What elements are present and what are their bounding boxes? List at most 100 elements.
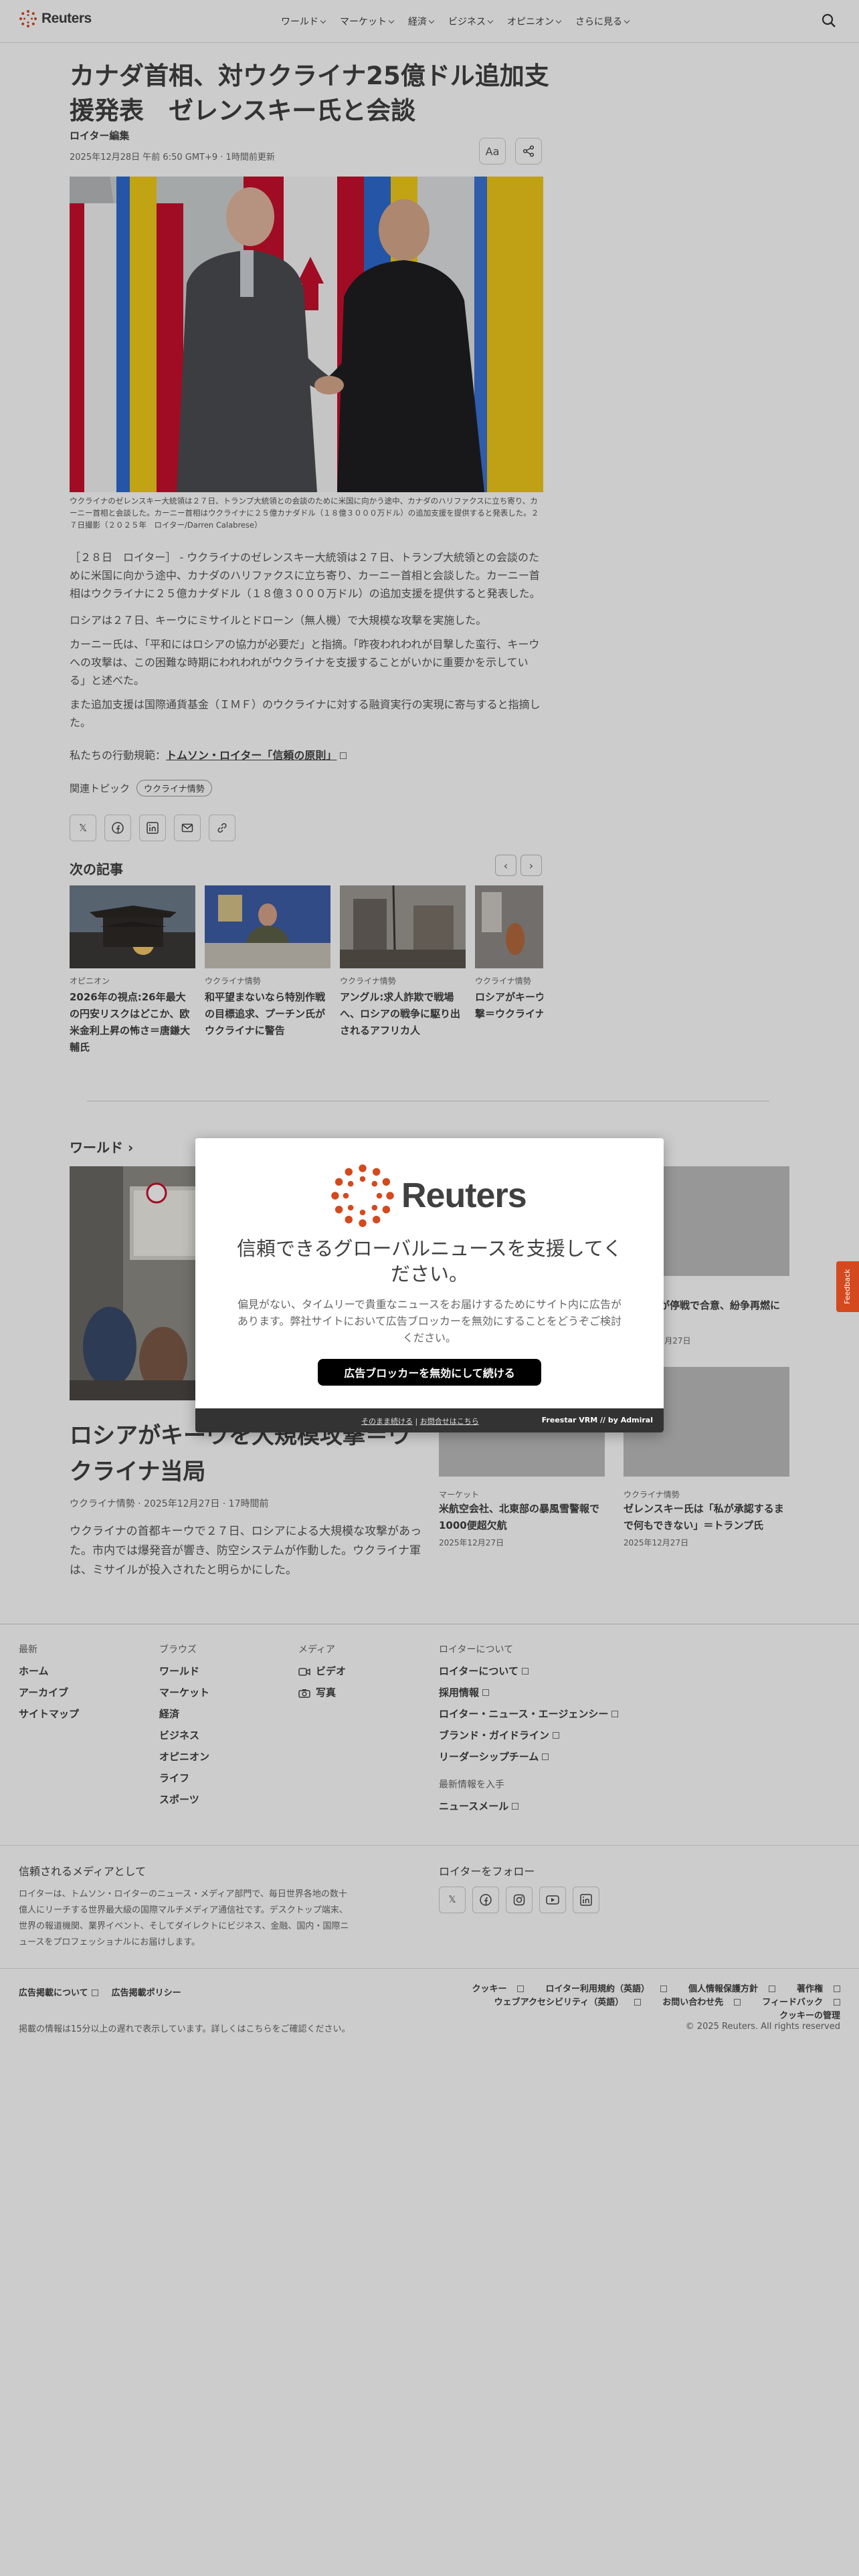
youtube-icon (546, 1895, 559, 1905)
nav-item-more[interactable]: さらに見る (575, 15, 630, 28)
feedback-tab[interactable]: Feedback (836, 1261, 859, 1312)
footer-link-label: 採用情報 (439, 1687, 480, 1699)
legal-link[interactable]: ウェブアクセシビリティ（英語） (484, 1998, 642, 2008)
site-header: Reuters ワールド マーケット 経済 ビジネス オピニオン さらに見る (0, 0, 859, 43)
nav-item-economy[interactable]: 経済 (408, 15, 435, 28)
carousel-next-button[interactable]: › (520, 855, 542, 876)
external-link-icon (521, 1667, 529, 1675)
world-title-label: ワールド (70, 1140, 123, 1156)
footer-link[interactable]: 経済 (159, 1703, 209, 1725)
footer-link[interactable]: サイトマップ (19, 1703, 79, 1725)
world-section-title[interactable]: ワールド › (70, 1137, 133, 1156)
legal-link[interactable]: お問い合わせ先 (652, 1998, 741, 2008)
legal-link[interactable]: ロイター利用規約（英語） (535, 1984, 667, 1994)
legal-link-label: 個人情報保護方針 (688, 1984, 758, 1994)
footer-divider (0, 1845, 859, 1846)
contact-link[interactable]: お問合せはこちら (420, 1417, 479, 1426)
carousel-controls: ‹ › (495, 855, 542, 876)
ad-link-label: 広告掲載について (19, 1988, 88, 1998)
footer-link[interactable]: ニュースメール (439, 1796, 618, 1817)
legal-link[interactable]: 著作権 (786, 1984, 840, 1994)
linkedin-share-button[interactable] (139, 815, 166, 841)
external-link-icon (611, 1710, 619, 1717)
footer-link[interactable]: ホーム (19, 1660, 79, 1682)
x-follow-button[interactable]: 𝕏 (439, 1887, 466, 1913)
next-article-card[interactable]: オピニオン 2026年の視点:26年最大の円安リスクはどこか、欧米金利上昇の怖さ… (70, 885, 195, 1056)
next-article-card[interactable]: ウクライナ情勢 和平望まないなら特別作戦の目標追求、プーチン氏がウクライナに警告 (205, 885, 330, 1039)
ad-link[interactable]: 広告掲載について (19, 1985, 98, 1998)
footer-link[interactable]: マーケット (159, 1682, 209, 1703)
email-share-button[interactable] (174, 815, 201, 841)
ad-link[interactable]: 広告掲載ポリシー (112, 1985, 181, 1998)
nav-item-business[interactable]: ビジネス (448, 15, 494, 28)
side-story-title[interactable]: 米航空会社、北東部の暴風雪警報で1000便超欠航 (439, 1501, 607, 1534)
footer-link[interactable]: ロイター・ニュース・エージェンシー (439, 1703, 619, 1725)
video-icon (298, 1667, 310, 1676)
site-footer: 最新 ホーム アーカイブ サイトマップ ブラウズ ワールド マーケット 経済 ビ… (0, 1624, 859, 2038)
trust-principles: 私たちの行動規範：トムソン・ロイター「信頼の原則」 (70, 746, 347, 762)
footer-link[interactable]: ブランド・ガイドライン (439, 1725, 618, 1746)
topic-tag[interactable]: ウクライナ情勢 (136, 780, 212, 796)
footer-link[interactable]: 採用情報 (439, 1682, 618, 1703)
footer-link-photos[interactable]: 写真 (298, 1682, 346, 1703)
legal-link[interactable]: クッキーの管理 (779, 2011, 840, 2021)
footer-link[interactable]: スポーツ (159, 1789, 209, 1810)
social-links: 𝕏 (439, 1887, 599, 1913)
nav-item-markets[interactable]: マーケット (340, 15, 395, 28)
carousel-prev-button[interactable]: ‹ (495, 855, 516, 876)
legal-link-label: フィードバック (762, 1998, 823, 2008)
footer-link[interactable]: オピニオン (159, 1746, 209, 1767)
youtube-follow-button[interactable] (539, 1887, 566, 1913)
linkedin-icon (147, 822, 159, 834)
legal-link[interactable]: クッキー (461, 1984, 524, 1994)
nav-item-world[interactable]: ワールド (281, 15, 326, 28)
nav-label: ワールド (281, 17, 318, 27)
side-story-title[interactable]: ゼレンスキー氏は「私が承認するまで何もできない」＝トランプ氏 (624, 1501, 792, 1534)
legal-link-label: クッキー (472, 1984, 507, 1994)
x-share-button[interactable]: 𝕏 (70, 815, 96, 841)
continue-anyway-link[interactable]: そのまま続ける (361, 1417, 413, 1426)
footer-link[interactable]: リーダーシップチーム (439, 1746, 618, 1767)
copy-link-button[interactable] (209, 815, 235, 841)
next-article-card[interactable]: ウクライナ情勢 アングル:求人詐欺で戦場へ、ロシアの戦争に駆り出されるアフリカ人 (340, 885, 466, 1039)
article-paragraph: また追加支援は国際通貨基金（ＩＭＦ）のウクライナに対する融資実行の実現に寄与する… (70, 698, 541, 729)
card-title: 和平望まないなら特別作戦の目標追求、プーチン氏がウクライナに警告 (205, 991, 326, 1037)
footer-link-video[interactable]: ビデオ (298, 1660, 346, 1682)
trust-principles-link[interactable]: トムソン・ロイター「信頼の原則」 (166, 749, 337, 762)
footer-link[interactable]: ライフ (159, 1767, 209, 1789)
nav-label: 経済 (408, 17, 427, 27)
card-image (70, 885, 195, 968)
nav-item-opinion[interactable]: オピニオン (507, 15, 562, 28)
article-dateline: 2025年12月28日 午前 6:50 GMT+9 · 1時間前更新 (70, 152, 275, 163)
hero-photo[interactable] (70, 177, 543, 492)
footer-link[interactable]: ロイターについて (439, 1660, 618, 1682)
search-icon[interactable] (822, 13, 836, 28)
card-image (340, 885, 466, 968)
footer-col-head: ロイターについて (439, 1644, 514, 1655)
facebook-follow-button[interactable] (472, 1887, 499, 1913)
chevron-right-icon: › (127, 1140, 134, 1156)
share-button[interactable] (515, 138, 542, 165)
mail-icon (181, 823, 193, 833)
side-story-date: 2025年12月27日 (624, 1538, 689, 1547)
disable-adblock-button[interactable]: 広告ブロッカーを無効にして続ける (318, 1359, 541, 1386)
facebook-share-button[interactable] (104, 815, 131, 841)
nav-label: マーケット (340, 17, 387, 27)
next-article-card[interactable]: ウクライナ情勢 ロシアがキーウに大規模攻撃＝ウクライナ (475, 885, 543, 1023)
footer-link[interactable]: ワールド (159, 1660, 209, 1682)
external-link-icon (340, 752, 347, 759)
external-link-icon (517, 1985, 524, 1992)
reuters-logo[interactable]: Reuters (19, 9, 92, 28)
instagram-follow-button[interactable] (506, 1887, 533, 1913)
legal-link-label: ロイター利用規約（英語） (545, 1984, 650, 1994)
footer-link[interactable]: ビジネス (159, 1725, 209, 1746)
legal-link[interactable]: 個人情報保護方針 (678, 1984, 775, 1994)
side-story-category: ウクライナ情勢 (624, 1490, 680, 1499)
footer-link-label: ニュースメール (439, 1800, 509, 1812)
card-category: ウクライナ情勢 (475, 976, 531, 986)
text-size-button[interactable]: Aa (479, 138, 506, 165)
footer-link[interactable]: アーカイブ (19, 1682, 79, 1703)
article-byline[interactable]: ロイター編集 (70, 128, 129, 142)
legal-link[interactable]: フィードバック (751, 1998, 840, 2008)
linkedin-follow-button[interactable] (573, 1887, 599, 1913)
